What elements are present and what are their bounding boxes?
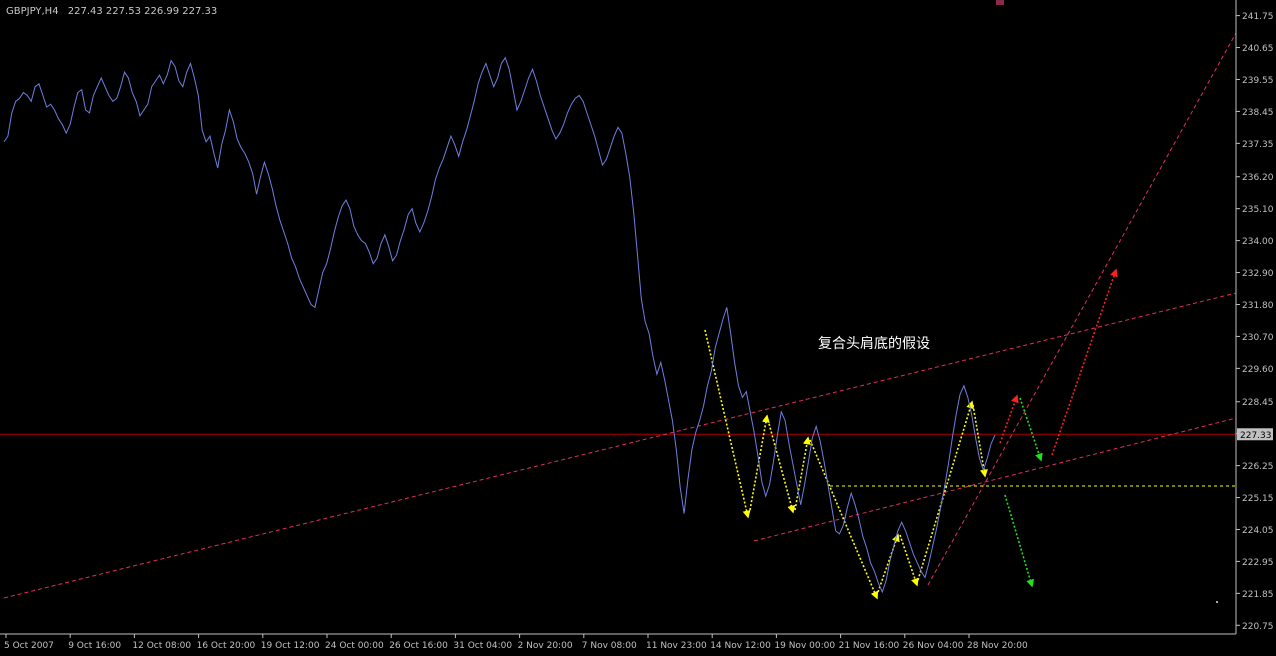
x-tick-label: 26 Nov 04:00 <box>903 641 964 651</box>
current-price-label: 227.33 <box>1240 431 1272 441</box>
cursor-dot <box>1216 601 1218 603</box>
x-tick-label: 16 Oct 20:00 <box>197 641 256 651</box>
upper-trendline <box>3 292 1237 599</box>
y-tick-label: 235.10 <box>1242 205 1274 215</box>
wave-arrow-yellow <box>917 400 974 581</box>
y-tick-label: 221.85 <box>1242 590 1274 600</box>
x-tick-label: 2 Nov 20:00 <box>518 641 573 651</box>
y-tick-label: 228.45 <box>1242 398 1274 408</box>
projection-arrow-red <box>999 394 1019 444</box>
y-tick-label: 226.25 <box>1242 462 1274 472</box>
y-tick-label: 236.20 <box>1242 173 1274 183</box>
y-tick-label: 220.75 <box>1242 622 1274 632</box>
x-tick-label: 5 Oct 2007 <box>4 641 54 651</box>
target-arrow-red <box>1051 268 1118 456</box>
x-tick-label: 9 Oct 16:00 <box>68 641 121 651</box>
x-tick-label: 24 Oct 00:00 <box>325 641 384 651</box>
x-tick-label: 7 Nov 08:00 <box>582 641 637 651</box>
chart-window[interactable]: 241.75 240.65 239.55 238.45 237.35 236.20 235.… <box>0 0 1276 652</box>
pullback-arrow-green <box>1019 397 1043 462</box>
x-tick-label: 19 Nov 00:00 <box>774 641 835 651</box>
x-tick-label: 31 Oct 04:00 <box>453 641 512 651</box>
y-tick-label: 234.00 <box>1242 237 1274 247</box>
wave-arrow-yellow <box>749 414 770 511</box>
symbol-label: GBPJPY,H4 <box>6 6 59 17</box>
ohlc-quote: 227.43 227.53 226.99 227.33 <box>68 6 218 17</box>
wave-arrow-yellow <box>899 534 919 587</box>
steep-trendline <box>927 32 1237 586</box>
y-tick-label: 240.65 <box>1242 44 1274 54</box>
x-tick-label: 21 Nov 16:00 <box>839 641 900 651</box>
top-marker-icon <box>996 0 1004 5</box>
y-tick-label: 222.95 <box>1242 558 1274 568</box>
y-tick-label: 229.60 <box>1242 365 1274 375</box>
y-tick-label: 230.70 <box>1242 333 1274 343</box>
x-tick-label: 28 Nov 20:00 <box>967 641 1028 651</box>
y-tick-label: 237.35 <box>1242 140 1274 150</box>
y-tick-label: 232.90 <box>1242 269 1274 279</box>
price-chart[interactable]: 241.75 240.65 239.55 238.45 237.35 236.20 235.… <box>0 0 1276 652</box>
neckline-trendline <box>753 417 1237 542</box>
pattern-annotation: 复合头肩底的假设 <box>818 335 930 352</box>
y-tick-label: 224.05 <box>1242 526 1274 536</box>
y-tick-label: 238.45 <box>1242 108 1274 118</box>
price-series-line <box>3 56 996 594</box>
x-tick-label: 26 Oct 16:00 <box>389 641 448 651</box>
y-tick-label: 239.55 <box>1242 76 1274 86</box>
chart-header: GBPJPY,H4 227.43 227.53 226.99 227.33 <box>6 6 217 17</box>
y-tick-label: 231.80 <box>1242 301 1274 311</box>
x-tick-label: 11 Nov 23:00 <box>646 641 707 651</box>
x-tick-label: 19 Oct 12:00 <box>261 641 320 651</box>
x-tick-label: 14 Nov 12:00 <box>710 641 771 651</box>
x-tick-label: 12 Oct 08:00 <box>132 641 191 651</box>
wave-arrow-yellow <box>704 329 751 519</box>
wave-arrow-yellow <box>809 439 879 600</box>
wave-arrow-yellow <box>972 404 988 478</box>
y-tick-label: 225.15 <box>1242 494 1274 504</box>
y-tick-label: 241.75 <box>1242 12 1274 22</box>
downside-arrow-green <box>1004 494 1035 588</box>
